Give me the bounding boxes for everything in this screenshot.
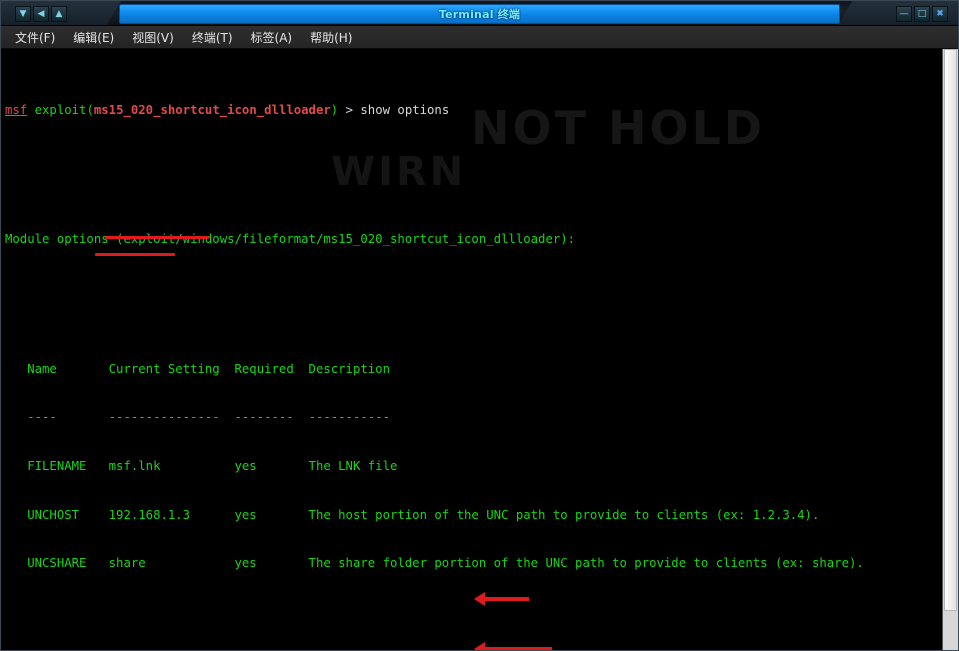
menu-view[interactable]: 视图(V): [124, 27, 182, 48]
maximize-icon[interactable]: □: [914, 6, 930, 22]
table-row: UNCSHARE share yes The share folder port…: [5, 556, 864, 571]
menu-edit[interactable]: 编辑(E): [65, 27, 122, 48]
table-row: FILENAME msf.lnk yes The LNK file: [5, 459, 398, 474]
shade-up-icon[interactable]: ▲: [51, 6, 67, 22]
line-prompt-show-options: msf exploit(ms15_020_shortcut_icon_dlllo…: [5, 102, 450, 117]
window-title: Terminal 终端: [438, 8, 521, 21]
minimize-icon[interactable]: —: [896, 6, 912, 22]
msf-prompt-label: msf: [5, 102, 28, 117]
terminal-output: msf exploit(ms15_020_shortcut_icon_dlllo…: [5, 53, 942, 650]
terminal-window: ▼ ◀ ▲ Terminal 终端 — □ ✖ 文件(F) 编辑(E) 视图(V…: [0, 0, 959, 651]
terminal-screen[interactable]: NOT HOLD WIRN msf exploit(ms15_020_short…: [1, 49, 942, 650]
terminal-body: NOT HOLD WIRN msf exploit(ms15_020_short…: [1, 49, 958, 650]
menu-terminal[interactable]: 终端(T): [184, 27, 241, 48]
title-bar: ▼ ◀ ▲ Terminal 终端 — □ ✖: [1, 1, 958, 26]
menu-bar: 文件(F) 编辑(E) 视图(V) 终端(T) 标签(A) 帮助(H): [1, 26, 958, 49]
show-options-command: > show options: [338, 102, 450, 117]
title-strip[interactable]: Terminal 终端: [119, 4, 840, 24]
menu-help[interactable]: 帮助(H): [302, 27, 360, 48]
module-table-headers: Name Current Setting Required Descriptio…: [5, 361, 390, 376]
window-left-buttons: ▼ ◀ ▲: [15, 6, 67, 22]
menu-file[interactable]: 文件(F): [7, 27, 63, 48]
scrollbar-thumb[interactable]: [944, 49, 957, 611]
shade-down-icon[interactable]: ▼: [15, 6, 31, 22]
close-icon[interactable]: ✖: [932, 6, 948, 22]
shade-left-icon[interactable]: ◀: [33, 6, 49, 22]
module-options-header: Module options (exploit/windows/fileform…: [5, 232, 576, 247]
window-right-buttons: — □ ✖: [896, 6, 948, 22]
table-row: UNCHOST 192.168.1.3 yes The host portion…: [5, 507, 820, 522]
module-name: ms15_020_shortcut_icon_dllloader: [93, 102, 331, 117]
menu-tabs[interactable]: 标签(A): [243, 27, 301, 48]
terminal-scrollbar[interactable]: [942, 49, 958, 650]
module-table-rules: ---- --------------- -------- ----------…: [5, 410, 390, 425]
